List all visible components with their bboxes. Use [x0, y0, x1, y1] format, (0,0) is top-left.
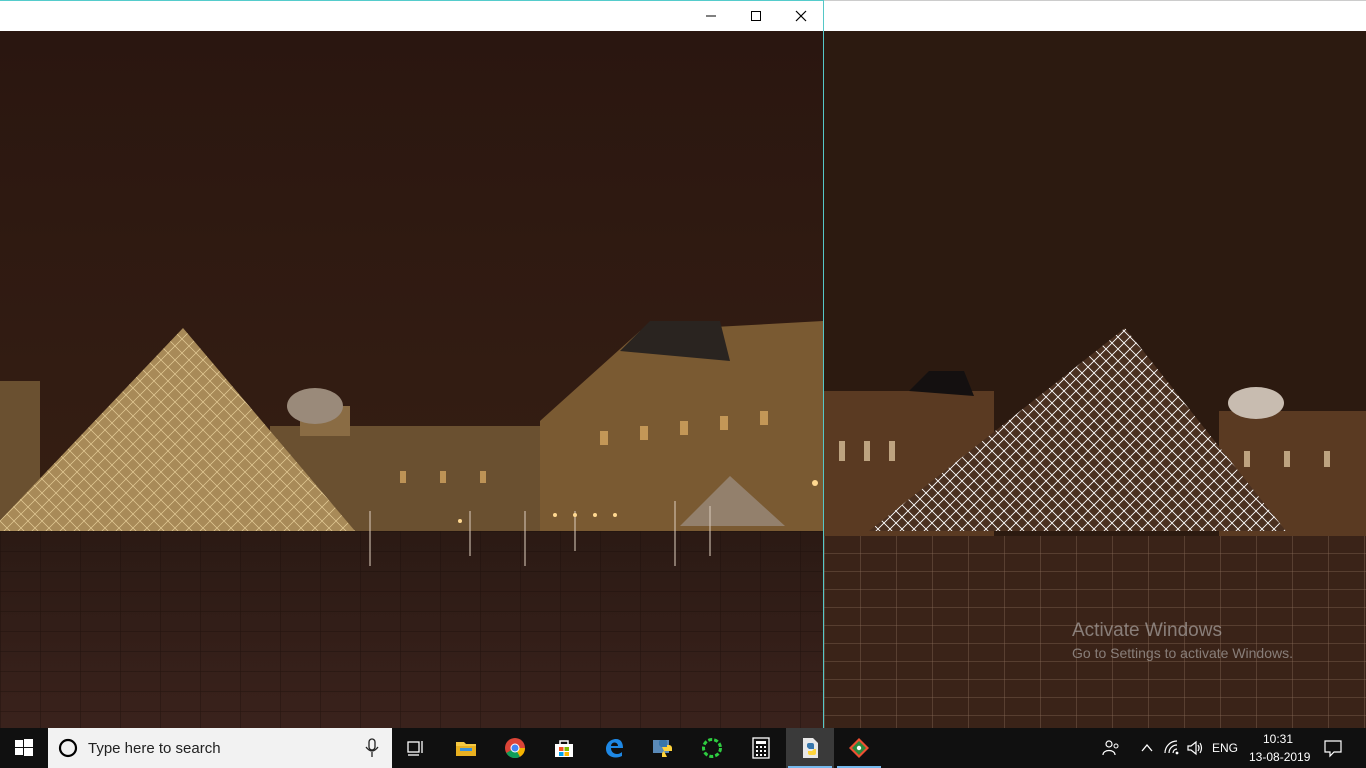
windows-logo-icon	[15, 739, 33, 756]
watermark-title: Activate Windows	[1072, 620, 1222, 641]
python-idle-icon	[653, 740, 672, 757]
start-button[interactable]	[0, 728, 48, 768]
search-box[interactable]: Type here to search	[48, 728, 392, 768]
image-window-processed[interactable]: Activate Windows Go to Settings to activ…	[824, 0, 1366, 728]
git-button[interactable]	[835, 728, 883, 768]
close-icon	[795, 10, 807, 22]
git-icon	[849, 738, 869, 758]
file-explorer-icon	[456, 742, 476, 756]
store-button[interactable]	[540, 728, 588, 768]
activate-windows-watermark: Activate Windows Go to Settings to activ…	[1072, 620, 1293, 661]
edge-button[interactable]	[590, 728, 638, 768]
clock-time[interactable]: 10:31	[1263, 732, 1293, 746]
taskbar: Type here to search ENG 10:31 13-08-2019	[0, 728, 1366, 768]
image-window-original[interactable]	[0, 0, 824, 728]
watermark-subtitle: Go to Settings to activate Windows.	[1072, 645, 1293, 661]
search-placeholder: Type here to search	[88, 740, 221, 757]
maximize-button[interactable]	[733, 1, 779, 31]
loading-app-button[interactable]	[688, 728, 736, 768]
loading-app-icon	[702, 738, 722, 758]
file-explorer-button[interactable]	[442, 728, 490, 768]
calculator-button[interactable]	[737, 728, 785, 768]
store-icon	[555, 740, 573, 757]
louvre-night-photo	[0, 31, 823, 728]
title-bar-right[interactable]	[824, 0, 1366, 31]
minimize-button[interactable]	[688, 1, 734, 31]
task-view-button[interactable]	[392, 728, 440, 768]
chevron-up-icon[interactable]	[1140, 741, 1154, 755]
wifi-icon[interactable]	[1163, 739, 1181, 757]
cortana-icon	[58, 738, 78, 758]
notification-center-icon[interactable]	[1323, 738, 1343, 758]
chrome-icon	[505, 738, 526, 759]
close-button[interactable]	[778, 1, 823, 31]
task-view-icon	[407, 741, 423, 756]
minimize-icon	[706, 15, 716, 17]
python-running-button[interactable]	[786, 728, 834, 768]
language-indicator[interactable]: ENG	[1212, 741, 1238, 755]
python-idle-button[interactable]	[639, 728, 687, 768]
maximize-icon	[751, 11, 761, 21]
title-bar[interactable]	[0, 0, 823, 31]
microphone-icon[interactable]	[364, 738, 380, 758]
calculator-icon	[752, 737, 770, 759]
edge-icon	[606, 739, 623, 758]
chrome-button[interactable]	[491, 728, 539, 768]
people-icon[interactable]	[1101, 738, 1121, 758]
original-image-canvas	[0, 31, 823, 728]
python-running-icon	[803, 738, 818, 758]
volume-icon[interactable]	[1186, 739, 1204, 757]
clock-date[interactable]: 13-08-2019	[1249, 750, 1310, 764]
